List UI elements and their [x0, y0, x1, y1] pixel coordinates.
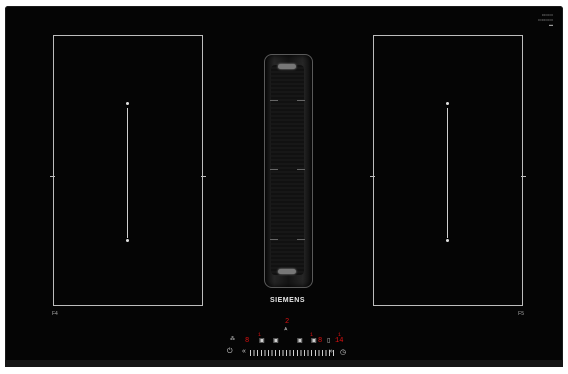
vent-top-handle — [278, 64, 296, 69]
zone-front-left-icon[interactable]: ▣ — [259, 337, 265, 344]
control-mid-display: 8 — [318, 337, 323, 345]
zone-select-arrow-icon[interactable]: ⩓ — [284, 326, 287, 333]
control-right-display: 14 — [335, 337, 344, 345]
zone-front-right-icon[interactable]: ▣ — [311, 337, 317, 344]
zone-right-marker — [370, 176, 375, 177]
vent-mark — [270, 100, 278, 101]
plus-icon[interactable]: » — [329, 348, 333, 355]
timer-icon[interactable]: ◷ — [340, 348, 346, 356]
zone-left-top-dot — [126, 102, 129, 105]
cooking-zone-right[interactable]: F5 — [370, 35, 526, 317]
vent-mark — [270, 169, 278, 170]
zone-right-marker-right — [521, 176, 526, 177]
zone-left-marker — [50, 176, 55, 177]
zone-rear-right-icon[interactable]: ▣ — [297, 337, 303, 344]
power-level-slider[interactable] — [250, 350, 336, 356]
zone-right-divider-line — [447, 108, 448, 238]
vent-mark — [297, 239, 305, 240]
vent-mark — [270, 239, 278, 240]
zone-left-marker-right — [201, 176, 206, 177]
zone-right-top-dot — [446, 102, 449, 105]
cooktop-surface: ▭▭▭ ▭▭▭▭ ▬ F4 F5 SIEMENS 2 ⩓ ⁂ 8 1 ▣ ▣ ▣… — [5, 6, 563, 367]
vent-mark — [297, 100, 305, 101]
downdraft-vent[interactable] — [264, 54, 313, 288]
zone-left-label: F4 — [52, 311, 58, 317]
power-button-icon[interactable]: ⏻ — [227, 348, 233, 356]
zone-left-bottom-dot — [126, 239, 129, 242]
control-indicator-top: 2 — [285, 318, 290, 326]
cooking-zone-left[interactable]: F4 — [50, 35, 206, 317]
energy-badge: ▭▭▭ ▭▭▭▭ ▬ — [537, 12, 553, 27]
zone-rear-left-icon[interactable]: ▣ — [273, 337, 279, 344]
zone-right-label: F5 — [518, 311, 524, 317]
vent-mark — [297, 169, 305, 170]
vent-fan-icon[interactable]: ▯ — [327, 337, 330, 344]
brand-logo: SIEMENS — [270, 297, 306, 304]
zone-left-divider-line — [127, 108, 128, 238]
minus-icon[interactable]: « — [242, 348, 246, 355]
hob-front-edge — [5, 360, 563, 367]
control-left-display: 8 — [245, 337, 250, 345]
boost-icon[interactable]: ⁂ — [230, 336, 235, 342]
vent-bottom-handle — [278, 269, 296, 274]
vent-grille — [270, 65, 305, 275]
zone-right-bottom-dot — [446, 239, 449, 242]
